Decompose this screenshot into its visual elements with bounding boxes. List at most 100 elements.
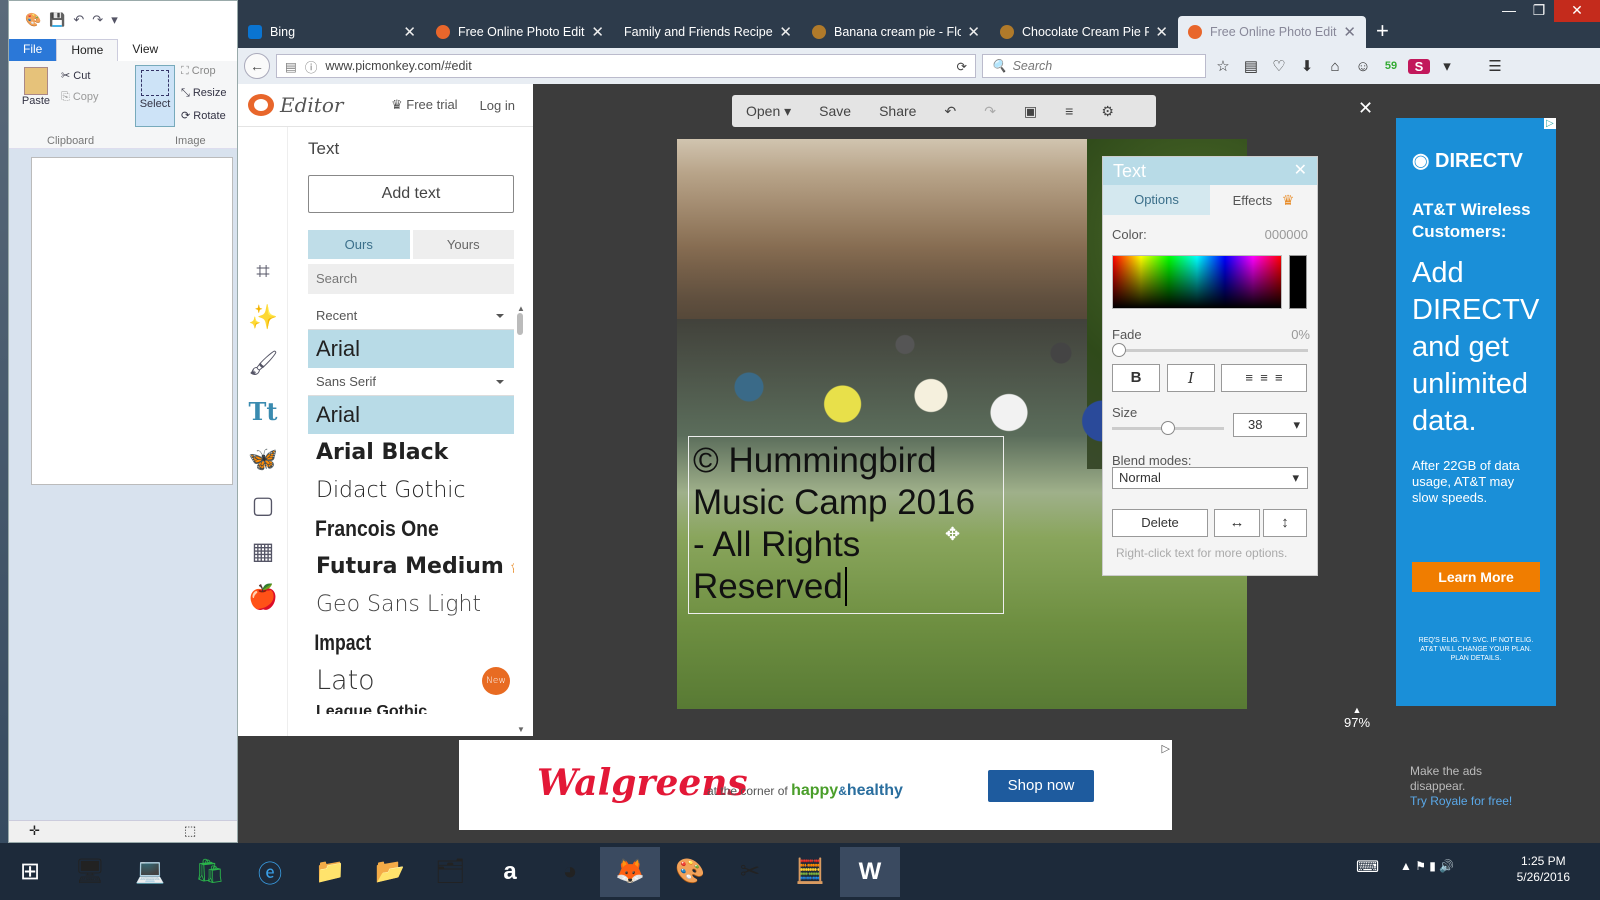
color-hex-value[interactable]: 000000 bbox=[1265, 227, 1308, 242]
size-select[interactable]: 38 ▾ bbox=[1233, 413, 1307, 437]
font-group-recent[interactable]: Recent bbox=[308, 302, 514, 330]
shop-now-button[interactable]: Shop now bbox=[988, 770, 1094, 802]
close-tab-icon[interactable]: ✕ bbox=[779, 23, 792, 41]
zoom-level[interactable]: ▲ 97% bbox=[1344, 705, 1370, 730]
textures-icon[interactable]: ▦ bbox=[248, 537, 278, 567]
close-panel-icon[interactable]: ✕ bbox=[1294, 157, 1307, 185]
font-item[interactable]: Impact bbox=[308, 624, 473, 662]
s-extension-icon[interactable]: S bbox=[1408, 58, 1430, 74]
scroll-up-icon[interactable]: ▲ bbox=[517, 304, 525, 313]
flip-vertical-icon[interactable]: ↕ bbox=[1263, 509, 1307, 537]
amazon-icon[interactable]: a bbox=[480, 847, 540, 897]
delete-button[interactable]: Delete bbox=[1112, 509, 1208, 537]
keyboard-icon[interactable]: ⌨ bbox=[1356, 857, 1379, 877]
log-in-link[interactable]: Log in bbox=[480, 98, 515, 113]
font-item[interactable]: Francois One bbox=[308, 510, 489, 548]
scroll-thumb[interactable] bbox=[517, 313, 523, 335]
file-explorer-icon[interactable]: 📁 bbox=[300, 847, 360, 897]
font-item[interactable]: Arial bbox=[308, 396, 514, 434]
snipping-tool-icon[interactable]: ✂ bbox=[720, 847, 780, 897]
tab-yours[interactable]: Yours bbox=[412, 230, 514, 259]
tab-effects[interactable]: Effects ♛ bbox=[1210, 185, 1317, 215]
reading-list-icon[interactable]: ▤ bbox=[1240, 57, 1262, 75]
redo-icon[interactable]: ↷ bbox=[92, 12, 103, 28]
learn-more-button[interactable]: Learn More bbox=[1412, 562, 1540, 592]
save-icon[interactable]: 💾 bbox=[49, 12, 65, 28]
themes-apple-icon[interactable]: 🍎 bbox=[248, 583, 278, 613]
font-item[interactable]: Futura Medium ♛ bbox=[308, 548, 514, 586]
customize-qat-icon[interactable]: ▾ bbox=[111, 12, 118, 28]
align-center-icon[interactable]: ≡ bbox=[1260, 370, 1268, 385]
more-tools-icon[interactable]: ▾ bbox=[1436, 57, 1458, 75]
browser-tab[interactable]: Chocolate Cream Pie R... ✕ bbox=[990, 16, 1178, 48]
free-trial-link[interactable]: ♛ Free trial bbox=[391, 97, 458, 113]
paint-canvas[interactable] bbox=[31, 157, 233, 485]
canvas-text-box[interactable]: © Hummingbird Music Camp 2016 - All Righ… bbox=[688, 436, 1004, 614]
store-icon[interactable]: 🛍 bbox=[180, 847, 240, 897]
selected-color-swatch[interactable] bbox=[1289, 255, 1307, 309]
font-item[interactable]: League Gothic bbox=[308, 700, 514, 714]
font-item-recent-arial[interactable]: Arial bbox=[308, 330, 514, 368]
rotate-button[interactable]: ⟳ Rotate bbox=[181, 109, 226, 122]
font-item[interactable]: Arial Black bbox=[308, 434, 514, 472]
open-menu[interactable]: Open ▾ bbox=[732, 103, 805, 120]
crop-tool-icon[interactable]: ⌗ bbox=[248, 257, 278, 287]
paste-button[interactable]: Paste bbox=[19, 67, 53, 107]
cut-button[interactable]: ✂ Cut bbox=[61, 69, 90, 82]
scroll-down-icon[interactable]: ▼ bbox=[517, 725, 525, 734]
crop-button[interactable]: ⛶ Crop bbox=[181, 65, 216, 78]
info-icon[interactable]: ⓘ bbox=[305, 57, 318, 76]
save-button[interactable]: Save bbox=[805, 103, 865, 119]
select-button[interactable]: Select bbox=[135, 65, 175, 127]
browser-tab[interactable]: Bing ✕ bbox=[238, 16, 426, 48]
font-group-sans-serif[interactable]: Sans Serif bbox=[308, 368, 514, 396]
align-left-icon[interactable]: ≡ bbox=[1245, 370, 1253, 385]
remote-desktop-icon[interactable]: 🖥 bbox=[60, 847, 120, 897]
bold-button[interactable]: B bbox=[1112, 364, 1160, 392]
adchoices-icon[interactable]: ▷ bbox=[1162, 742, 1170, 755]
size-slider-knob[interactable] bbox=[1161, 421, 1175, 435]
paint-tab-file[interactable]: File bbox=[9, 39, 57, 61]
browser-tab[interactable]: Family and Friends Recipes... ✕ bbox=[614, 16, 802, 48]
frames-icon[interactable]: ▢ bbox=[248, 491, 278, 521]
font-item[interactable]: Geo Sans Light bbox=[308, 586, 514, 624]
start-button-icon[interactable]: ⊞ bbox=[0, 847, 60, 897]
undo-icon[interactable]: ↶ bbox=[930, 103, 970, 120]
royale-link[interactable]: Try Royale for free! bbox=[1410, 794, 1512, 809]
directv-ad[interactable]: ◉ DIRECTV AT&T Wireless Customers: Add D… bbox=[1396, 118, 1556, 706]
browser-tab[interactable]: Banana cream pie - Flo... ✕ bbox=[802, 16, 990, 48]
blend-mode-select[interactable]: Normal ▾ bbox=[1112, 467, 1308, 489]
tab-options[interactable]: Options bbox=[1103, 185, 1210, 215]
system-clock[interactable]: 1:25 PM 5/26/2016 bbox=[1517, 853, 1570, 885]
tray-icons[interactable]: ▲ ⚑ ▮ 🔊 bbox=[1400, 859, 1454, 873]
fade-slider[interactable] bbox=[1112, 349, 1308, 352]
undo-icon[interactable]: ↶ bbox=[73, 12, 84, 28]
bookmark-star-icon[interactable]: ☆ bbox=[1212, 57, 1234, 75]
touch-up-brush-icon[interactable]: 🖌 bbox=[248, 349, 278, 379]
url-bar[interactable]: ▤ ⓘ www.picmonkey.com/#edit ⟳ bbox=[276, 54, 976, 78]
compare-icon[interactable]: ▣ bbox=[1010, 103, 1051, 120]
search-input[interactable]: 🔍 Search bbox=[982, 54, 1206, 78]
reload-icon[interactable]: ⟳ bbox=[957, 59, 967, 74]
folder-icon[interactable]: 📂 bbox=[360, 847, 420, 897]
folder-icon[interactable]: 🗂 bbox=[420, 847, 480, 897]
font-search-input[interactable]: Search bbox=[308, 264, 514, 294]
paint-tab-view[interactable]: View bbox=[118, 39, 172, 61]
share-button[interactable]: Share bbox=[865, 103, 930, 119]
paint-icon[interactable]: 🎨 bbox=[660, 847, 720, 897]
italic-button[interactable]: I bbox=[1167, 364, 1215, 392]
font-item[interactable]: Didact Gothic bbox=[308, 472, 514, 510]
browser-tab-active[interactable]: Free Online Photo Edit... ✕ bbox=[1178, 16, 1366, 48]
new-tab-button[interactable]: + bbox=[1366, 18, 1399, 44]
copy-button[interactable]: ⎘ Copy bbox=[61, 91, 99, 104]
flip-horizontal-icon[interactable]: ↔ bbox=[1214, 509, 1260, 537]
chrome-icon[interactable]: ◕ bbox=[540, 847, 600, 897]
font-list-scrollbar[interactable]: ▲ ▼ bbox=[517, 304, 525, 734]
internet-explorer-icon[interactable]: ⓔ bbox=[240, 847, 300, 897]
downloads-icon[interactable]: ⬇ bbox=[1296, 57, 1318, 75]
layers-icon[interactable]: ≡ bbox=[1051, 103, 1087, 119]
emoji-icon[interactable]: ☺ bbox=[1352, 58, 1374, 75]
tab-ours[interactable]: Ours bbox=[308, 230, 410, 259]
align-right-icon[interactable]: ≡ bbox=[1275, 370, 1283, 385]
color-spectrum-picker[interactable] bbox=[1112, 255, 1282, 309]
